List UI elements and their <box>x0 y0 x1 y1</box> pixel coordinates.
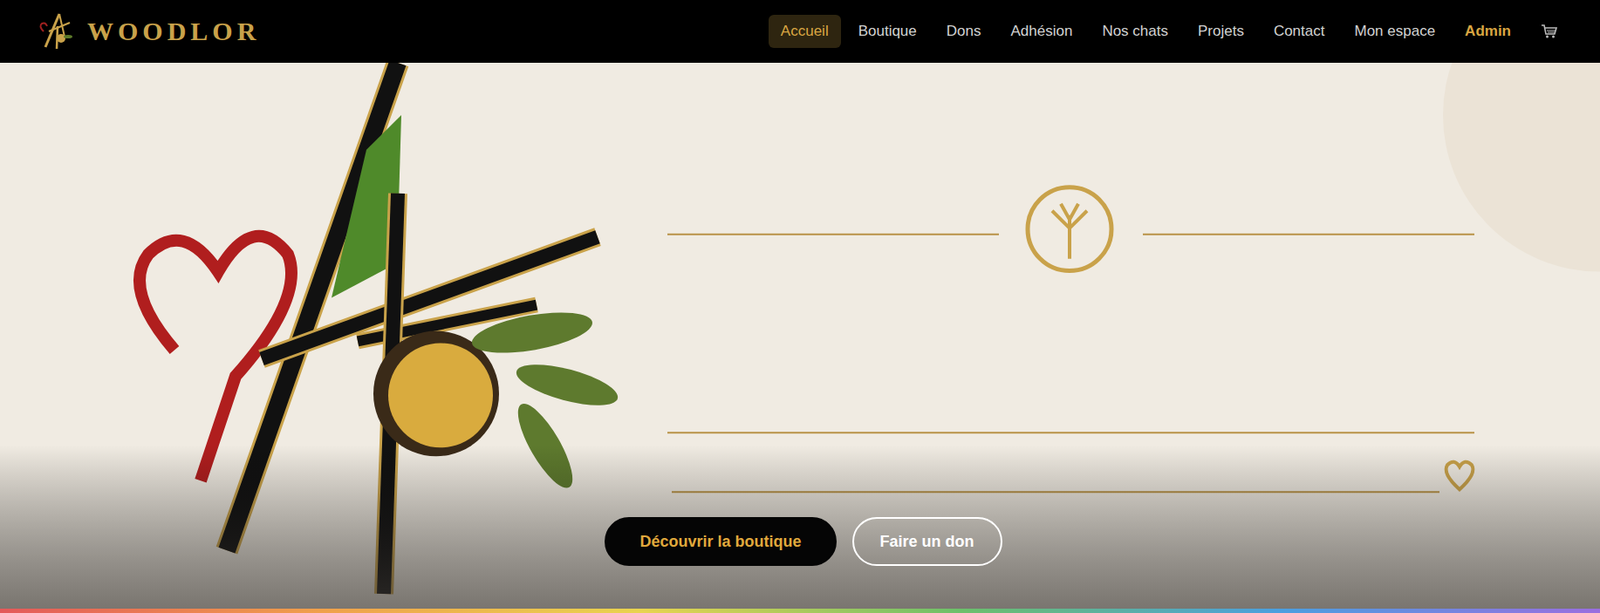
nav-item[interactable]: Contact <box>1261 14 1338 48</box>
monogram-logo-icon <box>34 10 77 53</box>
brand-name: WOODLOR <box>87 16 260 47</box>
hero-actions: Découvrir la boutique Faire un don <box>0 517 1600 609</box>
main-nav: AccueilBoutiqueDonsAdhésionNos chatsProj… <box>768 14 1566 48</box>
nav-item[interactable]: Admin <box>1452 14 1524 48</box>
nav-item[interactable]: Adhésion <box>998 14 1085 48</box>
nav-item[interactable]: Dons <box>934 14 994 48</box>
cart-button[interactable] <box>1528 23 1566 40</box>
nav-item[interactable]: Boutique <box>846 14 930 48</box>
cart-icon <box>1540 23 1559 40</box>
top-bar: WOODLOR AccueilBoutiqueDonsAdhésionNos c… <box>0 0 1600 63</box>
nav-item[interactable]: Projets <box>1185 14 1257 48</box>
hero: Découvrir la boutique Faire un don <box>0 62 1600 609</box>
nav-item[interactable]: Nos chats <box>1089 14 1181 48</box>
page: WOODLOR AccueilBoutiqueDonsAdhésionNos c… <box>0 0 1600 613</box>
hero-button[interactable]: Découvrir la boutique <box>604 517 836 567</box>
hero-button[interactable]: Faire un don <box>852 517 1003 567</box>
brand[interactable]: WOODLOR <box>34 10 260 53</box>
nav-item[interactable]: Mon espace <box>1341 14 1448 48</box>
nav-item[interactable]: Accueil <box>768 14 842 48</box>
rainbow-strip <box>0 608 1600 613</box>
